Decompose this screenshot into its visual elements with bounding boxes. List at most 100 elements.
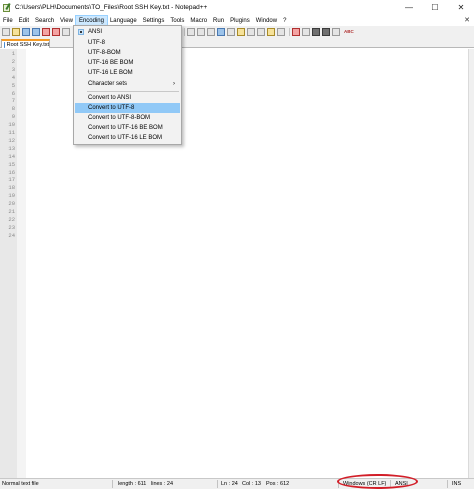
status-bar: Normal text file length : 611 lines : 24… [0, 478, 474, 489]
convert-to-utf8-item[interactable]: Convert to UTF-8 [75, 103, 180, 113]
status-divider [217, 480, 218, 488]
status-encoding[interactable]: ANSI [395, 479, 408, 489]
document-map-icon[interactable] [247, 27, 255, 36]
encoding-utf16-be-bom-item[interactable]: UTF-16 BE BOM [75, 58, 180, 68]
convert-to-utf16-be-bom-item[interactable]: Convert to UTF-16 BE BOM [75, 123, 180, 133]
menu-window[interactable]: Window [253, 16, 280, 26]
encoding-utf16-le-bom-item[interactable]: UTF-16 LE BOM [75, 68, 180, 78]
menu-item-label: Convert to UTF-16 BE BOM [88, 125, 163, 131]
window-controls: — ☐ ✕ [396, 0, 474, 15]
tab-root-ssh-key[interactable]: Root SSH Key.txt [1, 39, 50, 48]
line-number: 20 [8, 200, 15, 208]
menu-view[interactable]: View [57, 16, 76, 26]
window-title: C:\Users\PLH\Documents\TO_Files\Root SSH… [15, 4, 208, 11]
line-number: 17 [8, 176, 15, 184]
line-number-gutter: 1 2 3 4 5 6 7 8 9 10 11 12 13 14 15 16 17 18 19 20 21 22 23 24 [0, 49, 17, 478]
line-number: 3 [11, 65, 15, 73]
sync-horizontal-icon[interactable] [197, 27, 205, 36]
show-all-characters-icon[interactable] [217, 27, 225, 36]
status-file-type: Normal text file [2, 481, 39, 487]
record-macro-icon[interactable] [292, 27, 300, 36]
menu-item-label: Convert to UTF-8 [88, 105, 135, 111]
status-eol-format[interactable]: Windows (CR LF) [343, 479, 386, 489]
menu-encoding[interactable]: Encoding [74, 14, 108, 27]
menu-tools[interactable]: Tools [167, 16, 187, 26]
line-number: 4 [11, 73, 15, 81]
encoding-utf8-bom-item[interactable]: UTF-8-BOM [75, 48, 180, 58]
line-number: 11 [8, 129, 15, 136]
line-number: 23 [8, 223, 15, 231]
menu-help[interactable]: ? [280, 16, 289, 26]
maximize-button[interactable]: ☐ [422, 0, 448, 15]
line-number: 14 [8, 152, 15, 160]
menu-item-label: Convert to UTF-16 LE BOM [88, 135, 163, 141]
menu-search[interactable]: Search [32, 16, 57, 26]
toolbar-divider [289, 27, 290, 36]
menu-item-label: UTF-8 [88, 40, 105, 46]
line-number: 2 [11, 57, 15, 65]
toolbar-divider [184, 27, 185, 36]
line-number: 6 [11, 89, 15, 97]
play-macro-icon[interactable] [312, 27, 320, 36]
encoding-ansi-item[interactable]: ANSI [75, 27, 180, 37]
tab-strip: Root SSH Key.txt [0, 37, 474, 48]
encoding-dropdown-menu: ANSI UTF-8 UTF-8-BOM UTF-16 BE BOM UTF-1… [73, 25, 182, 145]
status-divider [447, 480, 448, 488]
convert-to-utf8-bom-item[interactable]: Convert to UTF-8-BOM [75, 113, 180, 123]
run-macro-multiple-icon[interactable] [322, 27, 330, 36]
menu-item-label: UTF-16 BE BOM [88, 60, 134, 66]
menu-file[interactable]: File [0, 16, 16, 26]
status-insert-mode[interactable]: INS [452, 479, 461, 489]
line-number: 1 [11, 50, 15, 57]
menu-item-label: Convert to UTF-8-BOM [88, 115, 151, 121]
menu-edit[interactable]: Edit [16, 16, 32, 26]
menu-item-label: Character sets [88, 81, 128, 87]
line-number: 16 [8, 168, 15, 176]
sync-vertical-icon[interactable] [187, 27, 195, 36]
vertical-scrollbar[interactable] [468, 49, 474, 478]
line-number: 24 [8, 231, 15, 239]
menu-plugins[interactable]: Plugins [227, 16, 253, 26]
character-sets-submenu[interactable]: Character sets › [75, 79, 180, 89]
save-icon[interactable] [22, 27, 30, 36]
menu-item-label: UTF-16 LE BOM [88, 70, 133, 76]
status-lines: lines : 24 [151, 481, 174, 487]
menu-language[interactable]: Language [107, 16, 140, 26]
word-wrap-icon[interactable] [207, 27, 215, 36]
encoding-utf8-item[interactable]: UTF-8 [75, 38, 180, 48]
line-number: 10 [8, 121, 15, 129]
line-number: 5 [11, 81, 15, 89]
indent-guide-icon[interactable] [227, 27, 235, 36]
chevron-right-icon: › [173, 81, 175, 87]
menu-macro[interactable]: Macro [187, 16, 210, 26]
menu-run[interactable]: Run [210, 16, 227, 26]
line-number: 8 [11, 105, 15, 113]
menu-separator [87, 91, 179, 92]
new-file-icon[interactable] [2, 27, 10, 36]
open-file-icon[interactable] [12, 27, 20, 36]
close-all-icon[interactable] [52, 27, 60, 36]
print-icon[interactable] [62, 27, 70, 36]
convert-to-utf16-le-bom-item[interactable]: Convert to UTF-16 LE BOM [75, 133, 180, 143]
close-document-icon[interactable]: ✕ [464, 15, 470, 26]
notepad-plus-plus-icon [3, 2, 12, 12]
menu-item-label: ANSI [88, 29, 103, 35]
menu-settings[interactable]: Settings [140, 16, 168, 26]
spell-check-icon[interactable]: ABC [344, 28, 354, 36]
menu-item-label: UTF-8-BOM [88, 50, 121, 56]
status-divider [338, 480, 339, 488]
minimize-button[interactable]: — [396, 0, 422, 15]
close-window-button[interactable]: ✕ [448, 0, 474, 15]
stop-recording-icon[interactable] [302, 27, 310, 36]
save-macro-icon[interactable] [332, 27, 340, 36]
text-editor[interactable]: 1 2 3 4 5 6 7 8 9 10 11 12 13 14 15 16 17 18 19 20 21 22 23 24 [0, 49, 468, 478]
save-all-icon[interactable] [32, 27, 40, 36]
define-language-icon[interactable] [237, 27, 245, 36]
folder-as-workspace-icon[interactable] [267, 27, 275, 36]
radio-checked-icon [78, 29, 84, 35]
monitoring-icon[interactable] [277, 27, 285, 36]
function-list-icon[interactable] [257, 27, 265, 36]
close-file-icon[interactable] [42, 27, 50, 36]
status-divider [390, 480, 391, 488]
convert-to-ansi-item[interactable]: Convert to ANSI [75, 93, 180, 103]
